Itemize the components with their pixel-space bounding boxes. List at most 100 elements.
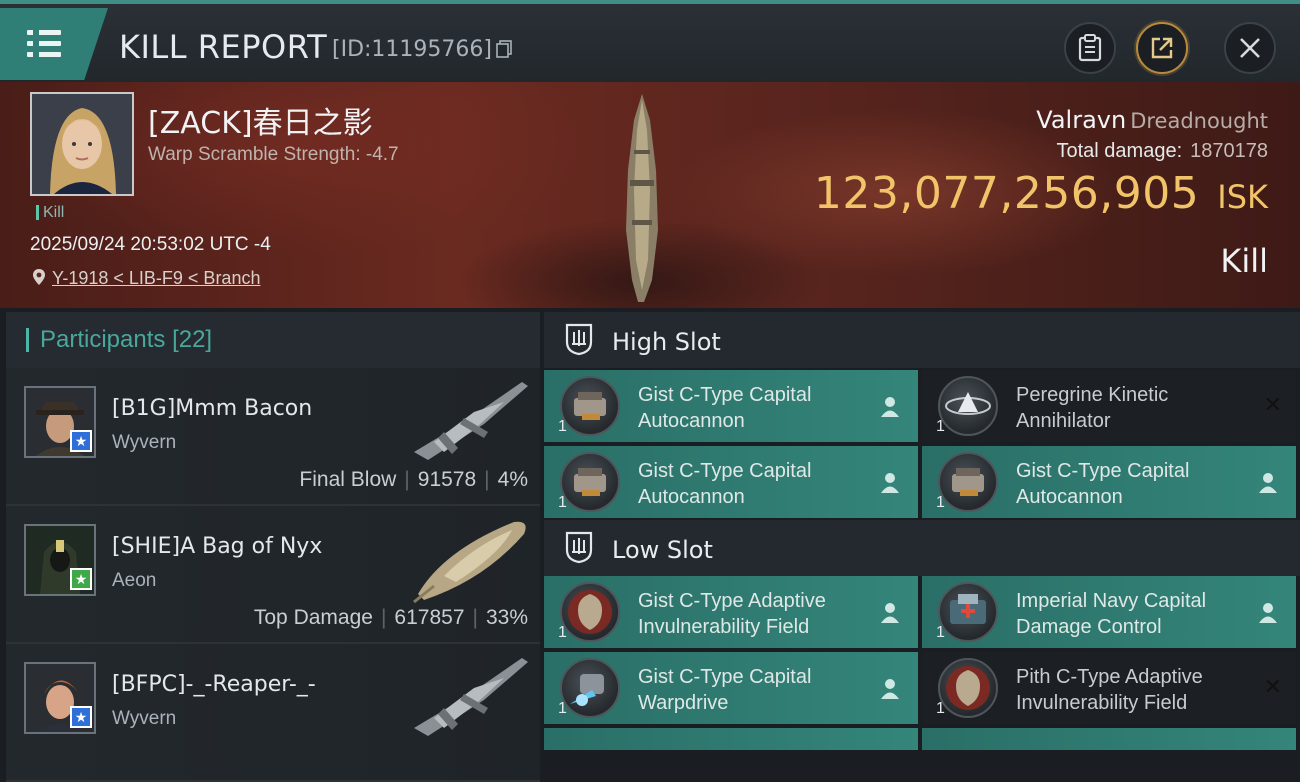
module-name: Gist C-Type Capital Autocannon [1016, 460, 1190, 508]
module-image [945, 392, 991, 415]
module-slot[interactable] [544, 728, 918, 750]
module-slot[interactable]: 1 Gist C-Type Adaptive Invulnerability F… [544, 576, 918, 648]
module-quantity: 1 [936, 700, 945, 717]
module-slot[interactable] [922, 728, 1296, 750]
victim-portrait[interactable] [30, 92, 134, 196]
participants-accent [26, 328, 29, 352]
copy-icon[interactable] [496, 40, 512, 58]
hamburger-gap [33, 52, 39, 57]
participant-role: Top Damage [253, 606, 373, 629]
module-slot[interactable]: 1 Imperial Navy Capital Damage Control [922, 576, 1296, 648]
module-slot[interactable]: 1 Gist C-Type Capital Autocannon [544, 370, 918, 442]
person-icon [1259, 473, 1277, 493]
participants-label: Participants [40, 326, 166, 353]
low-slot-header: Low Slot [544, 520, 1300, 576]
participant-row[interactable]: ★ [B1G]Mmm Bacon Wyvern Final Blow | 91578… [6, 368, 540, 506]
participants-title: Participants [22] [40, 326, 212, 354]
isk-unit: ISK [1217, 178, 1268, 216]
module-name: Pith C-Type Adaptive Invulnerability Fie… [1016, 666, 1203, 714]
location-pin-icon [33, 269, 45, 285]
participant-row[interactable]: ★ [BFPC]-_-Reaper-_- Wyvern [6, 644, 540, 782]
participant-name[interactable]: [B1G]Mmm Bacon [112, 396, 312, 421]
isk-value: 123,077,256,905 ISK [814, 168, 1268, 219]
top-bar: KILL REPORT [ID:11195766] [0, 0, 1300, 82]
page-title: KILL REPORT [119, 28, 328, 66]
invulnerability-field-icon [560, 582, 620, 642]
low-slot-icon [565, 531, 593, 564]
destroyed-x-icon: ✕ [1263, 392, 1282, 417]
module-quantity: 1 [558, 700, 567, 717]
star-badge-icon: ★ [70, 430, 92, 452]
victim-ship: Valravn Dreadnought [1036, 106, 1268, 134]
fittings-panel: High Slot 1 Gist C-Type Capital Autocann… [544, 312, 1300, 750]
total-damage-label: Total damage: [1056, 140, 1183, 162]
participants-header: Participants [22] [6, 312, 540, 368]
close-button[interactable] [1224, 22, 1276, 74]
participant-stats: Final Blow | 91578 | 4% [299, 468, 528, 492]
close-icon [1240, 38, 1260, 58]
warpdrive-icon [560, 658, 620, 718]
module-image [950, 594, 986, 624]
module-slot[interactable]: 1 Pith C-Type Adaptive Invulnerability F… [922, 652, 1296, 724]
participant-row[interactable]: ★ [SHIE]A Bag of Nyx Aeon Top Damage | 617… [6, 506, 540, 644]
module-slot[interactable]: 1 Gist C-Type Capital Autocannon [544, 446, 918, 518]
menu-button[interactable] [0, 8, 108, 80]
victim-banner: [ZACK]春日之影 Warp Scramble Strength: -4.7 … [0, 82, 1300, 308]
module-name: Gist C-Type Capital Warpdrive [638, 666, 812, 714]
participant-name[interactable]: [BFPC]-_-Reaper-_- [112, 672, 316, 697]
report-id: [ID:11195766] [332, 37, 492, 62]
module-name: Gist C-Type Capital Autocannon [638, 384, 812, 432]
module-name: Gist C-Type Capital Autocannon [638, 460, 812, 508]
star-badge-icon: ★ [70, 568, 92, 590]
kill-tag-label: Kill [43, 204, 65, 221]
participants-count: [22] [172, 326, 213, 353]
module-image [952, 468, 984, 496]
total-damage-value: 1870178 [1190, 140, 1268, 162]
participants-panel: Participants [22] ★ [B1G]Mmm Bacon Wyver… [6, 312, 540, 782]
participant-percent: 33% [485, 606, 528, 629]
autocannon-icon [560, 376, 620, 436]
module-slot[interactable]: 1 Peregrine Kinetic Annihilator ✕ [922, 370, 1296, 442]
high-slot-header: High Slot [544, 312, 1300, 368]
person-icon [1259, 603, 1277, 623]
destroyed-x-icon: ✕ [1263, 674, 1282, 699]
module-name: Peregrine Kinetic Annihilator [1016, 384, 1169, 432]
stats-separator: | [484, 468, 490, 491]
participant-damage: 91578 [417, 468, 477, 491]
annihilator-icon [938, 376, 998, 436]
module-name: Gist C-Type Adaptive Invulnerability Fie… [638, 590, 826, 638]
module-quantity: 1 [936, 418, 945, 435]
victim-name[interactable]: [ZACK]春日之影 [148, 98, 373, 142]
pilot-portrait-image [32, 94, 132, 194]
location-link[interactable]: Y-1918 < LIB-F9 < Branch [52, 268, 260, 288]
stats-separator: | [380, 606, 387, 629]
participant-ship: Wyvern [112, 432, 177, 453]
kill-tag: Kill [36, 204, 64, 222]
stats-separator: | [404, 468, 410, 491]
total-damage: Total damage: 1870178 [1056, 140, 1268, 163]
module-image [570, 674, 604, 706]
hamburger-gap [33, 30, 39, 35]
warp-scramble-strength: Warp Scramble Strength: -4.7 [148, 144, 399, 165]
module-image [574, 468, 606, 496]
share-button[interactable] [1136, 22, 1188, 74]
participant-stats: Top Damage | 617857 | 33% [254, 606, 528, 630]
star-badge-icon: ★ [70, 706, 92, 728]
module-quantity: 1 [558, 418, 567, 435]
module-name: Imperial Navy Capital Damage Control [1016, 590, 1207, 638]
module-slot[interactable]: 1 Gist C-Type Capital Autocannon [922, 446, 1296, 518]
participant-name[interactable]: [SHIE]A Bag of Nyx [112, 534, 322, 559]
damage-control-icon [938, 582, 998, 642]
person-icon [881, 679, 899, 699]
clipboard-icon [1078, 34, 1102, 62]
module-image [946, 666, 990, 710]
victim-ship-image [626, 94, 658, 302]
module-slot[interactable]: 1 Gist C-Type Capital Warpdrive [544, 652, 918, 724]
kill-datetime: 2025/09/24 20:53:02 UTC -4 [30, 234, 271, 255]
ship-class-label: Dreadnought [1130, 109, 1268, 133]
low-slot-label: Low Slot [612, 536, 713, 564]
clipboard-button[interactable] [1064, 22, 1116, 74]
participant-ship-image [414, 382, 528, 460]
participant-percent: 4% [497, 468, 528, 491]
kill-location[interactable]: Y-1918 < LIB-F9 < Branch [32, 268, 260, 289]
